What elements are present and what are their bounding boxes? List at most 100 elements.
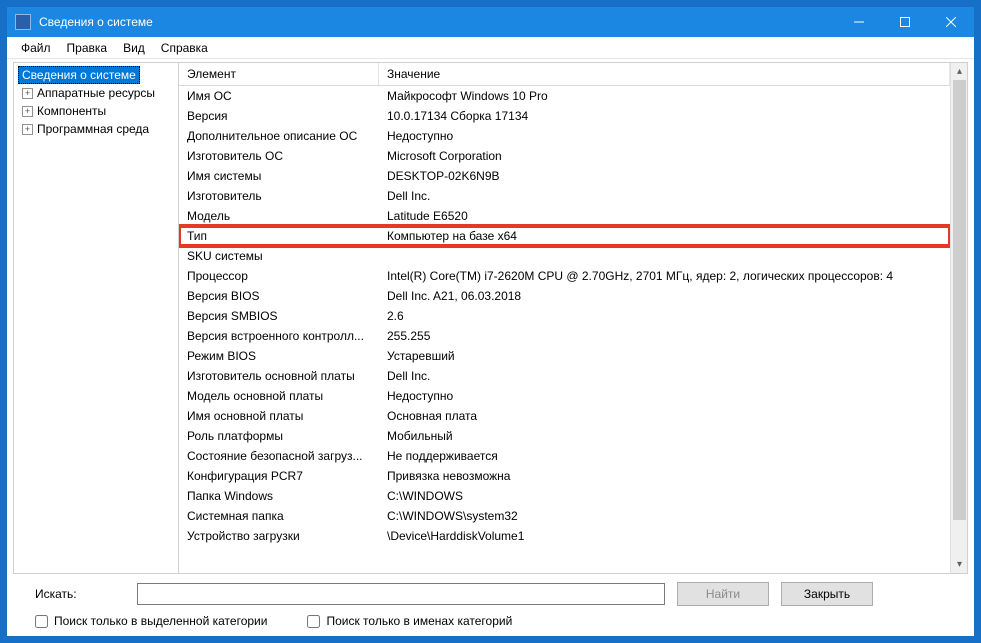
expand-icon[interactable]: + (22, 88, 33, 99)
row-key: Режим BIOS (179, 348, 379, 364)
table-row[interactable]: ТипКомпьютер на базе x64 (179, 226, 950, 246)
table-row[interactable]: Имя ОСМайкрософт Windows 10 Pro (179, 86, 950, 106)
menubar: Файл Правка Вид Справка (7, 37, 974, 59)
find-button[interactable]: Найти (677, 582, 769, 606)
table-row[interactable]: ПроцессорIntel(R) Core(TM) i7-2620M CPU … (179, 266, 950, 286)
row-value (379, 248, 950, 264)
menu-edit[interactable]: Правка (59, 39, 116, 57)
row-key: Системная папка (179, 508, 379, 524)
table-row[interactable]: SKU системы (179, 246, 950, 266)
row-key: Модель основной платы (179, 388, 379, 404)
table-row[interactable]: Модель основной платыНедоступно (179, 386, 950, 406)
table-row[interactable]: Состояние безопасной загруз...Не поддерж… (179, 446, 950, 466)
close-panel-button[interactable]: Закрыть (781, 582, 873, 606)
tree-node[interactable]: +Аппаратные ресурсы (16, 84, 176, 102)
row-value: Dell Inc. (379, 368, 950, 384)
checkbox-selected-category[interactable]: Поиск только в выделенной категории (35, 614, 267, 628)
row-value: 10.0.17134 Сборка 17134 (379, 108, 950, 124)
table-row[interactable]: ИзготовительDell Inc. (179, 186, 950, 206)
search-label: Искать: (35, 587, 125, 601)
window-title: Сведения о системе (39, 15, 836, 29)
row-value: Основная плата (379, 408, 950, 424)
scroll-down-button[interactable]: ▾ (951, 556, 968, 573)
content-area: Сведения о системе +Аппаратные ресурсы+К… (13, 62, 968, 574)
row-value: C:\WINDOWS (379, 488, 950, 504)
table-row[interactable]: Имя основной платыОсновная плата (179, 406, 950, 426)
menu-view[interactable]: Вид (115, 39, 153, 57)
menu-help[interactable]: Справка (153, 39, 216, 57)
bottom-bar: Искать: Найти Закрыть Поиск только в выд… (7, 574, 974, 636)
tree-node-label: Компоненты (37, 104, 106, 118)
tree-root-system-summary[interactable]: Сведения о системе (18, 66, 140, 84)
table-row[interactable]: Устройство загрузки\Device\HarddiskVolum… (179, 526, 950, 546)
row-key: Состояние безопасной загруз... (179, 448, 379, 464)
search-options-row: Поиск только в выделенной категории Поис… (35, 614, 946, 628)
row-value: Недоступно (379, 128, 950, 144)
row-value: C:\WINDOWS\system32 (379, 508, 950, 524)
table-row[interactable]: Роль платформыМобильный (179, 426, 950, 446)
row-key: Изготовитель основной платы (179, 368, 379, 384)
row-key: SKU системы (179, 248, 379, 264)
row-key: Модель (179, 208, 379, 224)
table-row[interactable]: Режим BIOSУстаревший (179, 346, 950, 366)
row-key: Роль платформы (179, 428, 379, 444)
row-value: Dell Inc. (379, 188, 950, 204)
table-row[interactable]: Версия SMBIOS2.6 (179, 306, 950, 326)
table-body[interactable]: Имя ОСМайкрософт Windows 10 ProВерсия10.… (179, 86, 950, 573)
row-value: Недоступно (379, 388, 950, 404)
close-button[interactable] (928, 7, 974, 37)
table-row[interactable]: Системная папкаC:\WINDOWS\system32 (179, 506, 950, 526)
expand-icon[interactable]: + (22, 106, 33, 117)
titlebar[interactable]: Сведения о системе (7, 7, 974, 37)
row-value: \Device\HarddiskVolume1 (379, 528, 950, 544)
row-key: Изготовитель (179, 188, 379, 204)
column-header-value[interactable]: Значение (379, 63, 950, 85)
row-value: Привязка невозможна (379, 468, 950, 484)
row-key: Дополнительное описание ОС (179, 128, 379, 144)
nav-tree[interactable]: Сведения о системе +Аппаратные ресурсы+К… (14, 63, 179, 573)
checkbox-selected-category-label: Поиск только в выделенной категории (54, 614, 267, 628)
table-row[interactable]: Изготовитель ОСMicrosoft Corporation (179, 146, 950, 166)
vertical-scrollbar[interactable]: ▴ ▾ (950, 63, 967, 573)
scroll-up-button[interactable]: ▴ (951, 63, 968, 80)
row-key: Имя ОС (179, 88, 379, 104)
app-icon (15, 14, 31, 30)
table-row[interactable]: Имя системыDESKTOP-02K6N9B (179, 166, 950, 186)
row-value: Мобильный (379, 428, 950, 444)
table-row[interactable]: Версия встроенного контролл...255.255 (179, 326, 950, 346)
tree-node[interactable]: + Компоненты (16, 102, 176, 120)
row-key: Версия BIOS (179, 288, 379, 304)
table-row[interactable]: Изготовитель основной платыDell Inc. (179, 366, 950, 386)
table-row[interactable]: Конфигурация PCR7Привязка невозможна (179, 466, 950, 486)
table-row[interactable]: МодельLatitude E6520 (179, 206, 950, 226)
window-controls (836, 7, 974, 37)
table-row[interactable]: Папка WindowsC:\WINDOWS (179, 486, 950, 506)
maximize-button[interactable] (882, 7, 928, 37)
row-key: Имя основной платы (179, 408, 379, 424)
table-header: Элемент Значение (179, 63, 950, 86)
checkbox-category-names-label: Поиск только в именах категорий (326, 614, 512, 628)
checkbox-category-names-input[interactable] (307, 615, 320, 628)
checkbox-category-names[interactable]: Поиск только в именах категорий (307, 614, 512, 628)
row-value: 255.255 (379, 328, 950, 344)
menu-file[interactable]: Файл (13, 39, 59, 57)
row-value: Latitude E6520 (379, 208, 950, 224)
row-value: Не поддерживается (379, 448, 950, 464)
checkbox-selected-category-input[interactable] (35, 615, 48, 628)
search-input[interactable] (137, 583, 665, 605)
expand-icon[interactable]: + (22, 124, 33, 135)
table-row[interactable]: Версия BIOSDell Inc. A21, 06.03.2018 (179, 286, 950, 306)
minimize-button[interactable] (836, 7, 882, 37)
row-value: 2.6 (379, 308, 950, 324)
row-value: Майкрософт Windows 10 Pro (379, 88, 950, 104)
row-value: Dell Inc. A21, 06.03.2018 (379, 288, 950, 304)
column-header-element[interactable]: Элемент (179, 63, 379, 85)
row-key: Имя системы (179, 168, 379, 184)
tree-node[interactable]: +Программная среда (16, 120, 176, 138)
row-value: Microsoft Corporation (379, 148, 950, 164)
scroll-thumb[interactable] (953, 80, 966, 520)
row-key: Конфигурация PCR7 (179, 468, 379, 484)
table-row[interactable]: Дополнительное описание ОСНедоступно (179, 126, 950, 146)
details-pane: Элемент Значение Имя ОСМайкрософт Window… (179, 63, 967, 573)
table-row[interactable]: Версия10.0.17134 Сборка 17134 (179, 106, 950, 126)
